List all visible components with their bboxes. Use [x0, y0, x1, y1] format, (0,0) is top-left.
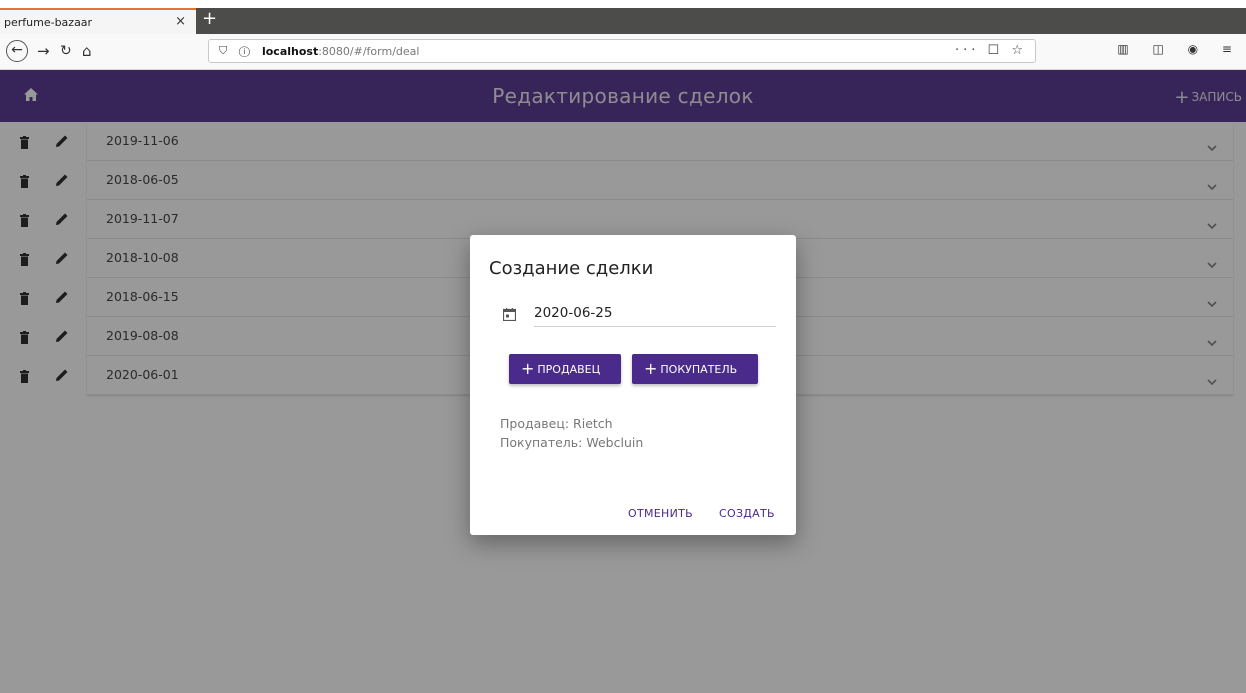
tab-close-icon[interactable]: × [175, 14, 186, 29]
plus-icon: + [521, 359, 535, 378]
url-actions-icons[interactable]: ··· ☐ ☆ [955, 43, 1027, 58]
reload-icon[interactable]: ↻ [60, 41, 72, 61]
add-buyer-button[interactable]: + ПОКУПАТЕЛЬ [632, 354, 758, 384]
back-arrow-icon[interactable]: ← [6, 40, 28, 62]
dialog-title: Создание сделки [489, 258, 654, 279]
add-seller-label: ПРОДАВЕЦ [537, 362, 601, 376]
browser-tab[interactable]: perfume-bazaar × [0, 8, 196, 34]
deal-date-input[interactable] [534, 299, 776, 327]
create-deal-dialog: Создание сделки +ПРОДАВЕЦ +ПОКУПАТЕЛЬ Пр… [470, 235, 796, 535]
url-bar[interactable]: ⛉ ⓘ localhost:8080/#/form/deal ··· ☐ ☆ [208, 39, 1036, 63]
add-buyer-label: ПОКУПАТЕЛЬ [660, 362, 738, 376]
browser-navbar: ← → ↻ ⌂ ⛉ ⓘ localhost:8080/#/form/deal ·… [0, 34, 1246, 70]
create-button[interactable]: СОЗДАТЬ [719, 507, 775, 520]
home-icon-browser[interactable]: ⌂ [82, 41, 92, 61]
tab-title: perfume-bazaar [4, 15, 93, 29]
add-seller-button[interactable]: + ПРОДАВЕЦ [509, 354, 621, 384]
url-host: localhost [261, 44, 319, 58]
browser-tabbar: perfume-bazaar × + [0, 0, 1246, 34]
new-tab-button[interactable]: + [202, 8, 217, 30]
forward-arrow-icon[interactable]: → [37, 41, 50, 61]
toolbar-icons[interactable]: ▥ ◫ ◉ ≡ [1117, 42, 1242, 56]
seller-info: Продавец: Rietch [500, 416, 613, 431]
shield-icon: ⛉ ⓘ [219, 44, 254, 57]
tabbar-background [196, 8, 1246, 34]
buyer-info: Покупатель: Webcluin [500, 435, 644, 450]
url-path: :8080/#/form/deal [318, 44, 420, 58]
plus-icon: + [644, 359, 658, 378]
calendar-icon[interactable] [502, 306, 517, 325]
cancel-button[interactable]: ОТМЕНИТЬ [628, 507, 693, 520]
